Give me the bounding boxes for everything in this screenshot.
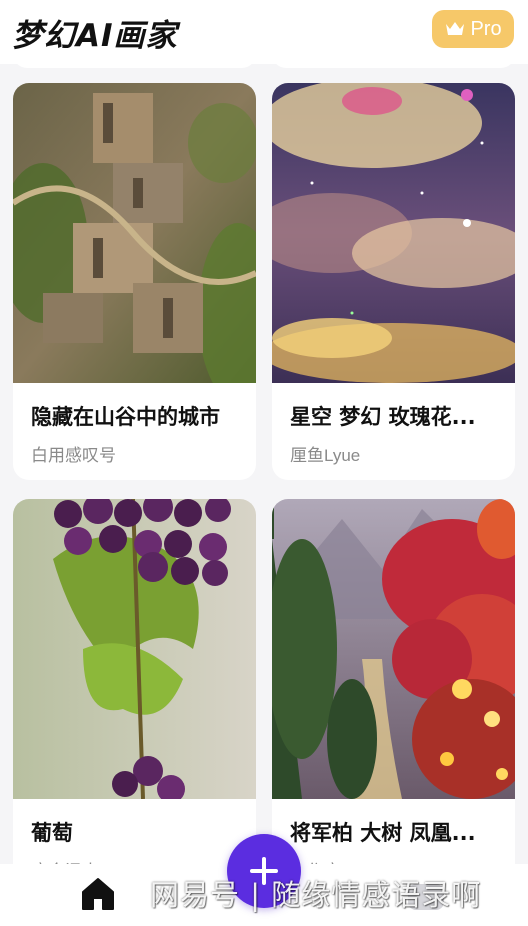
artwork-card[interactable]: 星空 梦幻 玫瑰花... 厘鱼Lyue xyxy=(272,83,515,480)
artwork-image xyxy=(13,83,256,383)
watermark-text: 网易号 | 随缘情感语录啊 xyxy=(150,878,482,912)
artwork-title: 星空 梦幻 玫瑰花... xyxy=(290,405,476,429)
top-header: 梦幻AI画家 Pro xyxy=(0,0,528,64)
artwork-image xyxy=(272,83,515,383)
artwork-image xyxy=(272,499,515,799)
crown-icon xyxy=(446,22,465,35)
pro-button[interactable]: Pro xyxy=(432,10,514,48)
artwork-card[interactable]: 葡萄 唐金泽中 xyxy=(13,499,256,896)
artwork-title: 将军柏 大树 凤凰... xyxy=(290,821,476,845)
artwork-author[interactable]: 厘鱼Lyue xyxy=(290,441,360,466)
artwork-image xyxy=(13,499,256,799)
artwork-author[interactable]: 白用感叹号 xyxy=(31,441,116,466)
pro-label: Pro xyxy=(470,17,502,40)
app-title: 梦幻AI画家 xyxy=(12,18,178,54)
app-screen: 梦幻AI画家 Pro 隐藏在山谷中的城市 白用感叹号 星空 梦幻 玫瑰花... … xyxy=(0,0,528,926)
artwork-title: 葡萄 xyxy=(31,821,73,845)
artwork-title: 隐藏在山谷中的城市 xyxy=(31,405,220,429)
artwork-card[interactable]: 将军柏 大树 凤凰... 工作室 xyxy=(272,499,515,896)
home-icon[interactable] xyxy=(80,876,116,912)
artwork-card[interactable]: 隐藏在山谷中的城市 白用感叹号 xyxy=(13,83,256,480)
